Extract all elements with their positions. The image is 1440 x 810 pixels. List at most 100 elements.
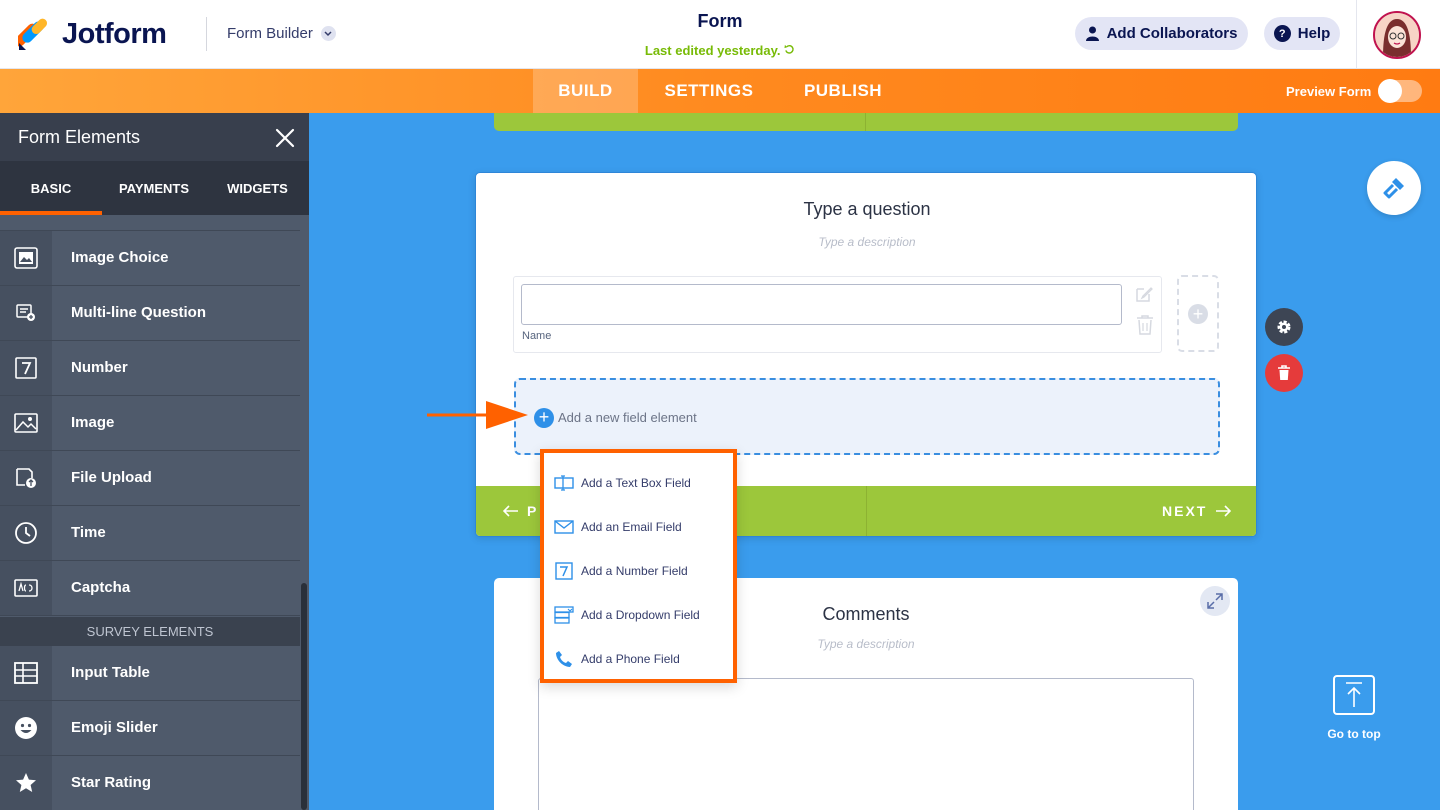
element-star-rating[interactable]: Star Rating	[0, 756, 300, 810]
element-number[interactable]: Number	[0, 341, 300, 396]
previous-button[interactable]: P	[503, 503, 538, 519]
captcha-icon	[0, 561, 52, 615]
gear-icon	[1277, 320, 1291, 334]
element-image[interactable]: Image	[0, 396, 300, 451]
file-upload-icon	[0, 451, 52, 505]
tab-payments[interactable]: PAYMENTS	[102, 161, 206, 215]
number-icon	[553, 560, 575, 582]
list-item-partial	[0, 215, 300, 231]
form-designer-button[interactable]	[1367, 161, 1421, 215]
question-title[interactable]: Type a question	[476, 199, 1256, 220]
footer-split	[865, 113, 866, 131]
element-input-table[interactable]: Input Table	[0, 646, 300, 701]
element-label: Image Choice	[71, 249, 169, 266]
text-box-icon	[553, 472, 575, 494]
panel-title: Form Elements	[18, 127, 141, 147]
panel-tabs: BASIC PAYMENTS WIDGETS	[0, 161, 309, 215]
panel-header: Form Elements	[0, 113, 309, 161]
preview-toggle-knob[interactable]	[1378, 79, 1402, 103]
comments-textarea[interactable]	[538, 678, 1194, 810]
panel-scrollbar[interactable]	[301, 583, 307, 810]
question-description[interactable]: Type a description	[476, 235, 1256, 249]
tab-build[interactable]: BUILD	[533, 69, 638, 113]
question-mark-icon: ?	[1273, 25, 1291, 42]
dropdown-item-number[interactable]: Add a Number Field	[544, 549, 733, 593]
add-collaborators-label: Add Collaborators	[1106, 25, 1238, 42]
arrow-right-icon	[1216, 505, 1232, 517]
email-icon	[553, 516, 575, 538]
add-new-field-label: Add a new field element	[558, 410, 697, 425]
tab-widgets[interactable]: WIDGETS	[206, 161, 309, 215]
tab-publish[interactable]: PUBLISH	[790, 69, 896, 113]
go-to-top-button[interactable]	[1333, 675, 1375, 715]
element-label: Time	[71, 524, 106, 541]
trash-icon[interactable]	[1136, 315, 1154, 335]
previous-label: P	[527, 503, 539, 519]
add-new-field-zone[interactable]: + Add a new field element	[514, 378, 1220, 455]
properties-button[interactable]	[1265, 308, 1303, 346]
edit-icon[interactable]	[1135, 285, 1153, 303]
previous-card-footer	[494, 113, 1238, 131]
element-image-choice[interactable]: Image Choice	[0, 231, 300, 286]
plus-icon: +	[1188, 303, 1208, 324]
element-time[interactable]: Time	[0, 506, 300, 561]
add-field-dropdown: Add a Text Box Field Add an Email Field …	[540, 449, 737, 683]
add-collaborators-button[interactable]: Add Collaborators	[1075, 17, 1248, 50]
dropdown-item-email[interactable]: Add an Email Field	[544, 505, 733, 549]
avatar[interactable]	[1373, 11, 1421, 59]
element-label: File Upload	[71, 469, 152, 486]
element-label: Image	[71, 414, 115, 431]
element-multi-line-question[interactable]: Multi-line Question	[0, 286, 300, 341]
multi-line-icon	[0, 286, 52, 340]
help-button[interactable]: ? Help	[1264, 17, 1340, 50]
dropdown-item-label: Add a Phone Field	[581, 652, 680, 666]
number-icon	[0, 341, 52, 395]
annotation-arrow-icon	[427, 401, 528, 429]
go-to-top-label[interactable]: Go to top	[1320, 727, 1388, 741]
arrow-up-icon	[1346, 682, 1362, 707]
dropdown-item-dropdown[interactable]: Add a Dropdown Field	[544, 593, 733, 637]
delete-question-button[interactable]	[1265, 354, 1303, 392]
element-emoji-slider[interactable]: Emoji Slider	[0, 701, 300, 756]
dropdown-icon	[553, 604, 575, 626]
next-label: NEXT	[1162, 503, 1208, 519]
dropdown-item-label: Add a Text Box Field	[581, 476, 691, 490]
help-label: Help	[1297, 25, 1331, 42]
top-header: Jotform Form Builder Form Last edited ye…	[0, 0, 1440, 69]
tab-settings[interactable]: SETTINGS	[648, 69, 770, 113]
element-captcha[interactable]: Captcha	[0, 561, 300, 616]
undo-icon[interactable]	[784, 43, 795, 58]
clock-icon	[0, 506, 52, 560]
dropdown-item-phone[interactable]: Add a Phone Field	[544, 637, 733, 681]
dropdown-item-label: Add a Dropdown Field	[581, 608, 700, 622]
builder-nav: BUILD SETTINGS PUBLISH	[0, 69, 1440, 113]
arrow-left-icon	[503, 505, 518, 517]
user-avatar-illustration	[1375, 13, 1419, 57]
footer-split	[866, 486, 867, 536]
image-choice-icon	[0, 231, 52, 285]
survey-elements-heading: SURVEY ELEMENTS	[0, 617, 300, 646]
dropdown-item-text-box[interactable]: Add a Text Box Field	[544, 461, 733, 505]
phone-icon	[553, 648, 575, 670]
header-divider-right	[1356, 0, 1357, 69]
element-label: Input Table	[71, 664, 150, 681]
element-file-upload[interactable]: File Upload	[0, 451, 300, 506]
element-label: Emoji Slider	[71, 719, 158, 736]
plus-circle-icon[interactable]: +	[534, 408, 554, 428]
expand-icon[interactable]	[1200, 586, 1230, 616]
name-sublabel[interactable]: Name	[522, 330, 551, 342]
dropdown-item-label: Add an Email Field	[581, 520, 682, 534]
add-column-button[interactable]: +	[1177, 275, 1219, 352]
element-label: Captcha	[71, 579, 131, 596]
trash-icon	[1278, 365, 1290, 380]
image-icon	[0, 396, 52, 450]
star-icon	[0, 756, 52, 810]
name-input[interactable]	[521, 284, 1122, 325]
tab-basic[interactable]: BASIC	[0, 161, 102, 215]
close-icon[interactable]	[274, 127, 296, 149]
next-button[interactable]: NEXT	[1162, 503, 1232, 519]
last-edited-text: Last edited yesterday.	[644, 43, 781, 58]
element-label: Number	[71, 359, 128, 376]
dropdown-item-label: Add a Number Field	[581, 564, 688, 578]
element-label: Star Rating	[71, 774, 152, 791]
